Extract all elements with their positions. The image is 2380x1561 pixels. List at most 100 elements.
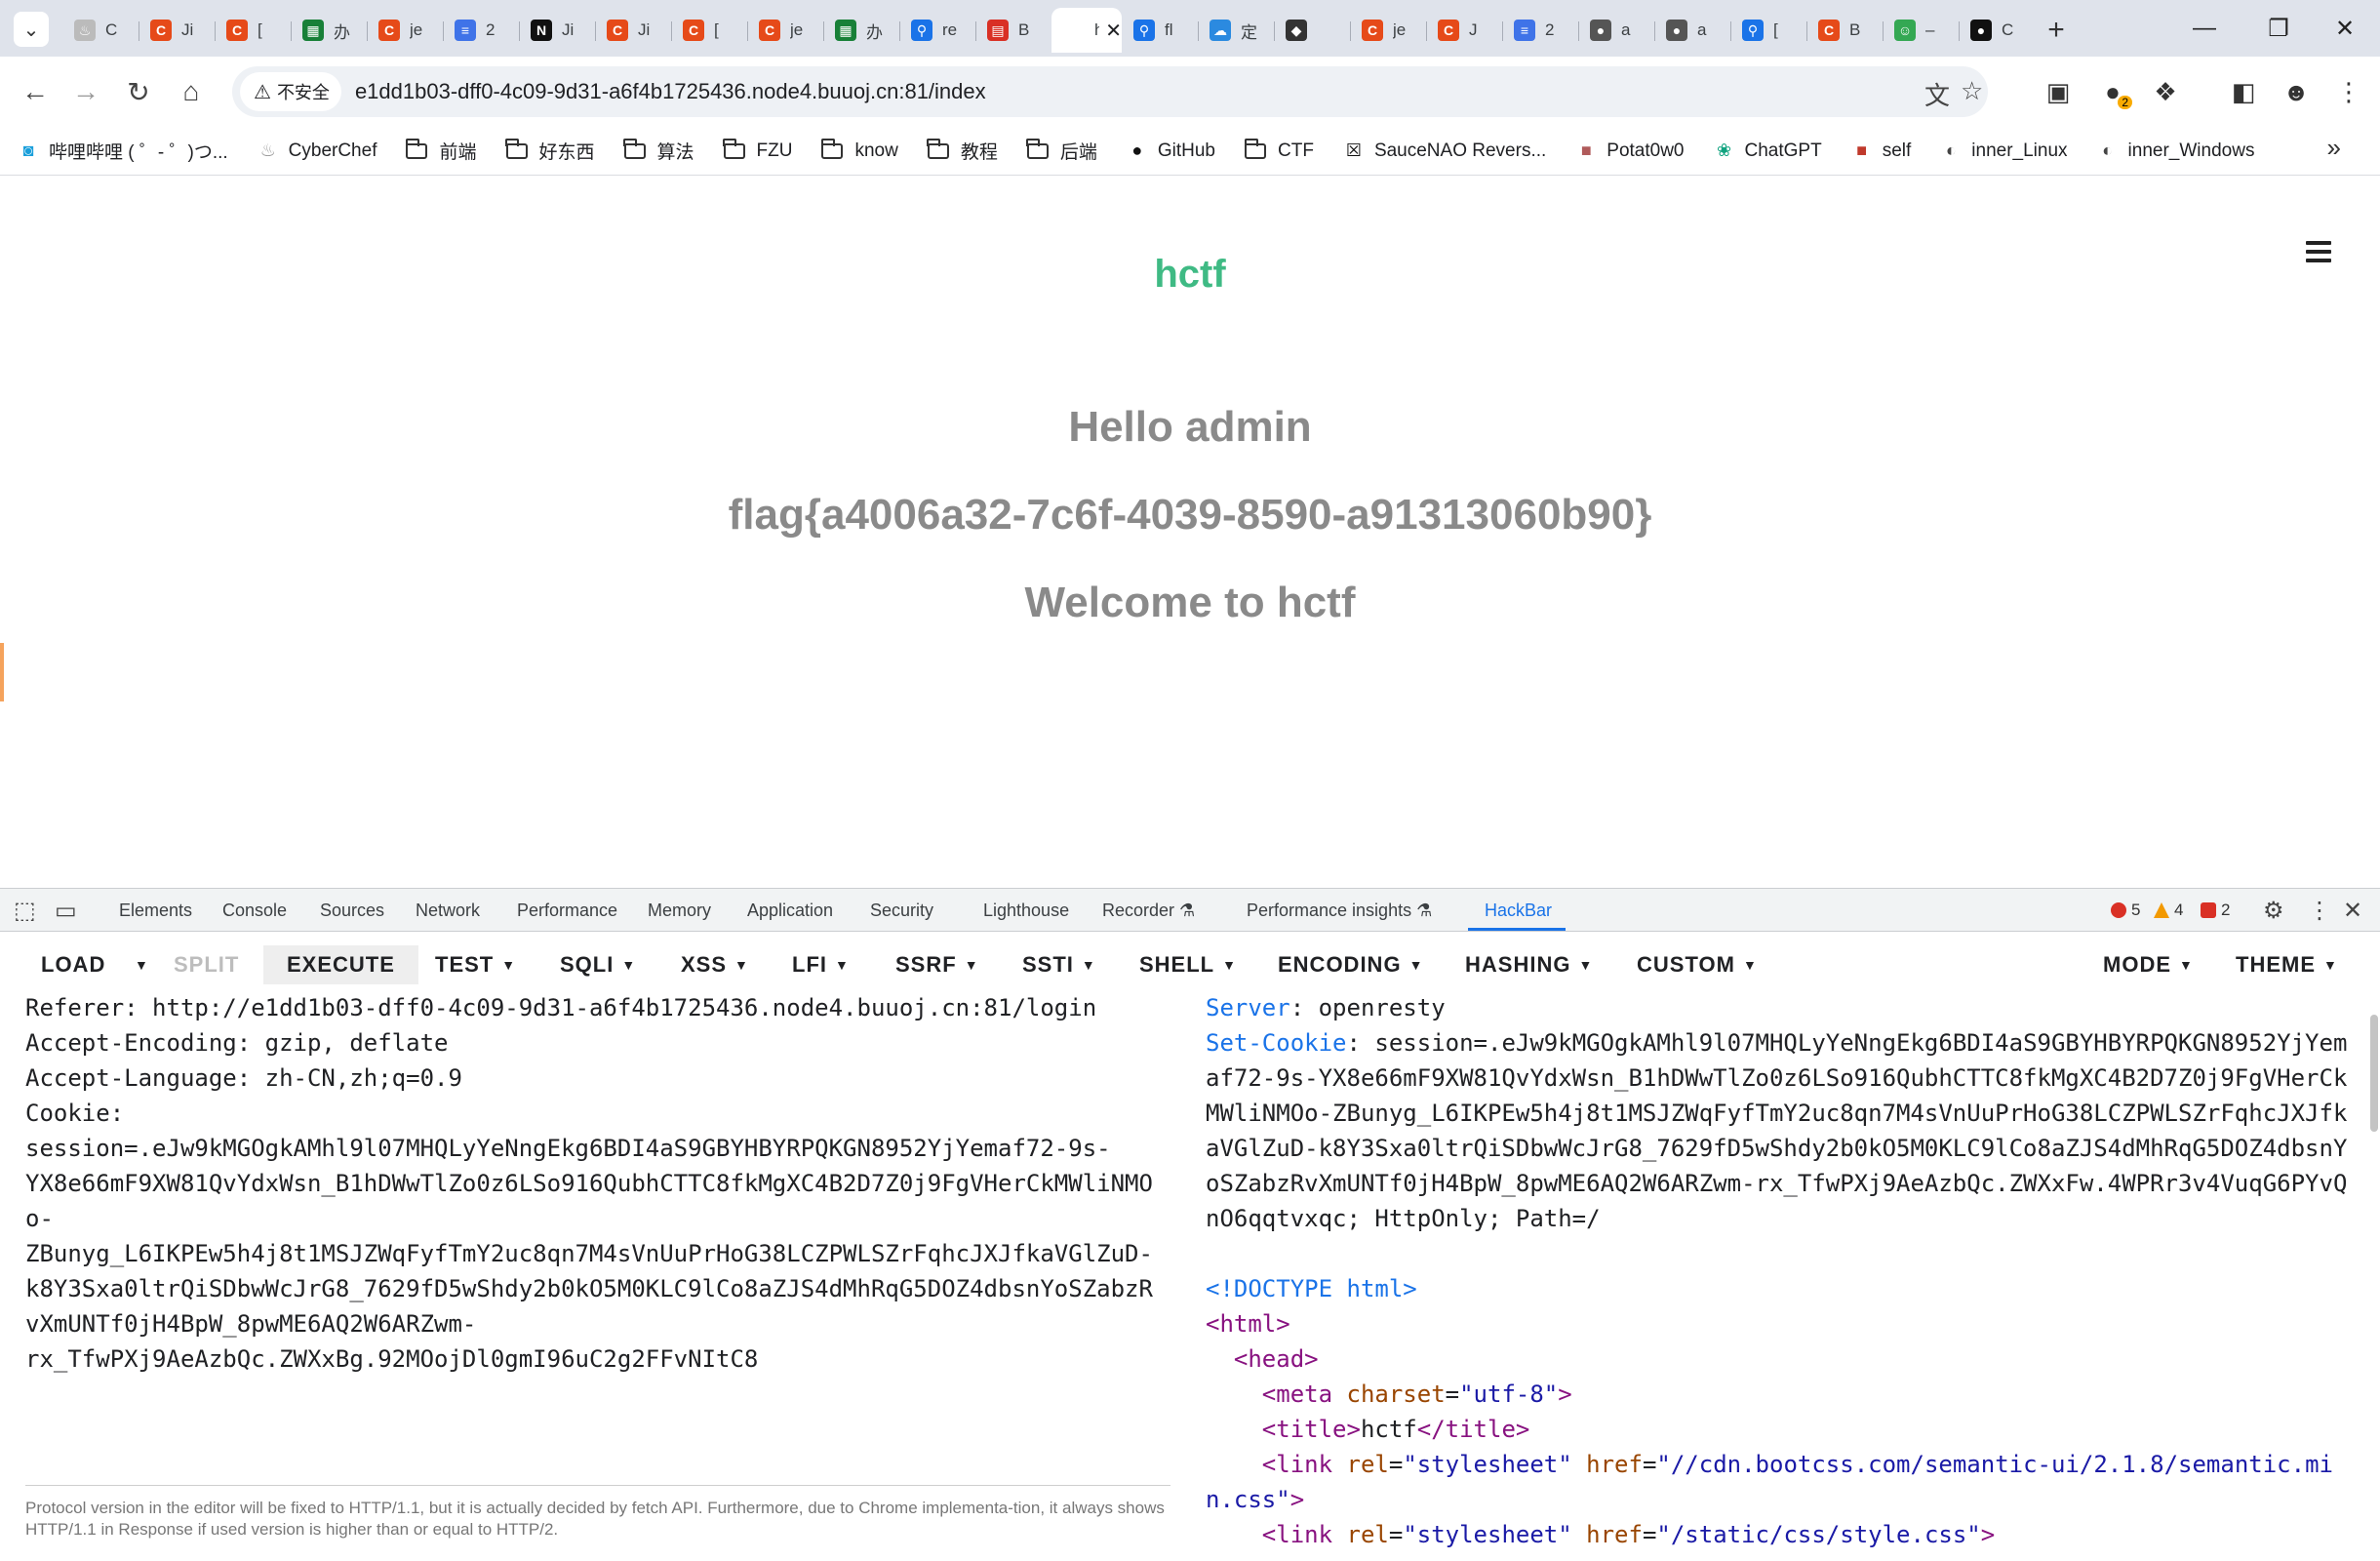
new-tab-button[interactable]: + [2035, 8, 2078, 53]
close-window-button[interactable]: ✕ [2310, 0, 2380, 57]
tab[interactable]: ♨ C [62, 8, 139, 53]
tab[interactable]: ◆ [1274, 8, 1350, 53]
back-button[interactable]: ← [14, 70, 57, 113]
close-devtools-icon[interactable]: ✕ [2343, 897, 2362, 925]
hackbar-menu-ssti[interactable]: SSTI ▼ [1022, 945, 1096, 984]
url-text[interactable]: e1dd1b03-dff0-4c09-9d31-a6f4b1725436.nod… [355, 79, 986, 104]
tab[interactable]: ⚲[ [1730, 8, 1806, 53]
bookmark-item[interactable]: ■ self [1851, 140, 1911, 162]
error-count-badge[interactable]: 5 [2111, 901, 2140, 920]
close-tab-icon[interactable]: ✕ [1105, 19, 1122, 43]
tab[interactable]: ▤ B [975, 8, 1051, 53]
tab[interactable]: ▦ 办 [823, 8, 899, 53]
settings-gear-icon[interactable]: ⚙ [2263, 897, 2284, 925]
devtools-tab[interactable]: Performance [517, 901, 617, 921]
devtools-tab[interactable]: Lighthouse [983, 901, 1069, 921]
tab[interactable]: ⚲ re [899, 8, 975, 53]
devtools-tab[interactable]: Performance insights ⚗ [1247, 901, 1432, 921]
devtools-tab[interactable]: Network [416, 901, 480, 921]
forward-button[interactable]: → [64, 70, 107, 113]
bookmark-item[interactable]: know [820, 138, 898, 162]
bookmark-item[interactable]: ◙ 哔哩哔哩 ( ゜- ゜)つ... [18, 138, 228, 164]
tab[interactable]: C[ [671, 8, 747, 53]
extensions-puzzle-icon[interactable]: ❖ [2144, 70, 2187, 113]
tab[interactable]: Cje [1350, 8, 1426, 53]
devtools-tab[interactable]: Console [222, 901, 287, 921]
devtools-tab[interactable]: Memory [648, 901, 711, 921]
devtools-tab[interactable]: Application [747, 901, 833, 921]
bookmark-item[interactable]: ❀ ChatGPT [1714, 140, 1822, 162]
hackbar-menu-custom[interactable]: CUSTOM ▼ [1637, 945, 1758, 984]
tab[interactable]: N Ji [519, 8, 595, 53]
tab[interactable]: ▦ 办 [291, 8, 367, 53]
bookmark-item[interactable]: 前端 [405, 138, 477, 164]
tab[interactable]: C Ji [595, 8, 671, 53]
tab[interactable]: ☁ 定 [1198, 8, 1274, 53]
minimize-button[interactable]: — [2169, 0, 2240, 57]
bookmark-star-icon[interactable]: ☆ [1961, 76, 1983, 106]
devtools-tab[interactable]: Elements [119, 901, 192, 921]
execute-button[interactable]: EXECUTE [263, 945, 418, 984]
bookmark-item[interactable]: 后端 [1026, 138, 1097, 164]
load-button[interactable]: LOAD [41, 945, 105, 984]
bookmark-item[interactable]: 算法 [623, 138, 694, 164]
hackbar-menu-hashing[interactable]: HASHING ▼ [1465, 945, 1593, 984]
bookmark-item[interactable]: 好东西 [505, 138, 595, 164]
bookmark-item[interactable]: ◐ inner_Linux [1940, 140, 2068, 162]
tab-search-button[interactable]: ⌄ [14, 12, 49, 47]
hackbar-menu-lfi[interactable]: LFI ▼ [792, 945, 850, 984]
tab[interactable]: ● a [1578, 8, 1654, 53]
translate-icon[interactable]: 文 [1924, 76, 1950, 112]
tab[interactable]: ≡ 2 [1502, 8, 1578, 53]
bookmark-item[interactable]: CTF [1244, 138, 1314, 162]
tab[interactable]: C Ji [139, 8, 215, 53]
site-title[interactable]: hctf [0, 253, 2380, 297]
tab[interactable]: ⚲ fl [1122, 8, 1198, 53]
tab[interactable]: ● a [1654, 8, 1730, 53]
devtools-tab[interactable]: Security [870, 901, 933, 921]
tab[interactable]: ● C [1959, 8, 2035, 53]
tab-active[interactable]: h ✕ [1051, 8, 1122, 53]
hackbar-menu-xss[interactable]: XSS ▼ [681, 945, 749, 984]
bookmark-item[interactable]: ● GitHub [1127, 140, 1215, 162]
bookmark-item[interactable]: 教程 [927, 138, 998, 164]
hackbar-menu-test[interactable]: TEST ▼ [435, 945, 516, 984]
home-button[interactable]: ⌂ [170, 70, 213, 113]
hackbar-menu-sqli[interactable]: SQLI ▼ [560, 945, 636, 984]
extension-badge-icon[interactable]: ● 2 [2091, 70, 2134, 113]
bookmarks-overflow-icon[interactable]: » [2327, 133, 2341, 163]
bookmark-item[interactable]: ♨ CyberChef [258, 140, 377, 162]
tab[interactable]: C[ [215, 8, 291, 53]
hackbar-menu-ssrf[interactable]: SSRF ▼ [895, 945, 979, 984]
site-info-button[interactable]: ⚠ 不安全 [240, 72, 341, 111]
restore-button[interactable]: ❐ [2243, 0, 2314, 57]
devtools-tab[interactable]: Recorder ⚗ [1102, 901, 1195, 921]
reload-button[interactable]: ↻ [117, 70, 160, 113]
hamburger-menu-icon[interactable] [2306, 241, 2331, 262]
tab[interactable]: Cje [747, 8, 823, 53]
warning-count-badge[interactable]: 4 [2154, 901, 2183, 920]
hackbar-menu-encoding[interactable]: ENCODING ▼ [1278, 945, 1423, 984]
hackbar-menu-shell[interactable]: SHELL ▼ [1139, 945, 1237, 984]
tab[interactable]: ≡ 2 [443, 8, 519, 53]
browser-menu-icon[interactable]: ⋮ [2327, 70, 2370, 113]
theme-menu-button[interactable]: THEME ▼ [2236, 945, 2338, 984]
response-scrollbar[interactable] [2370, 1015, 2378, 1132]
device-toolbar-icon[interactable]: ▭ [55, 897, 77, 925]
split-button[interactable]: SPLIT [174, 945, 239, 984]
profile-avatar[interactable]: ☻ [2275, 70, 2318, 113]
side-panel-icon[interactable]: ◧ [2222, 70, 2265, 113]
bookmark-item[interactable]: ◐ inner_Windows [2097, 140, 2254, 162]
request-editor[interactable]: Referer: http://e1dd1b03-dff0-4c09-9d31-… [25, 990, 1176, 1554]
inspect-element-icon[interactable]: ⬚ [14, 897, 36, 925]
load-dropdown-button[interactable]: ▼ [127, 945, 149, 984]
bookmark-item[interactable]: ☒ SauceNAO Revers... [1343, 140, 1546, 162]
tab[interactable]: CJ [1426, 8, 1502, 53]
bookmark-item[interactable]: FZU [723, 138, 792, 162]
more-options-icon[interactable]: ⋮ [2308, 897, 2331, 925]
issues-count-badge[interactable]: 2 [2201, 901, 2230, 920]
tab[interactable]: Cje [367, 8, 443, 53]
extension-icon[interactable]: ▣ [2037, 70, 2080, 113]
devtools-tab[interactable]: HackBar [1485, 901, 1552, 921]
tab[interactable]: ☺ – [1883, 8, 1959, 53]
